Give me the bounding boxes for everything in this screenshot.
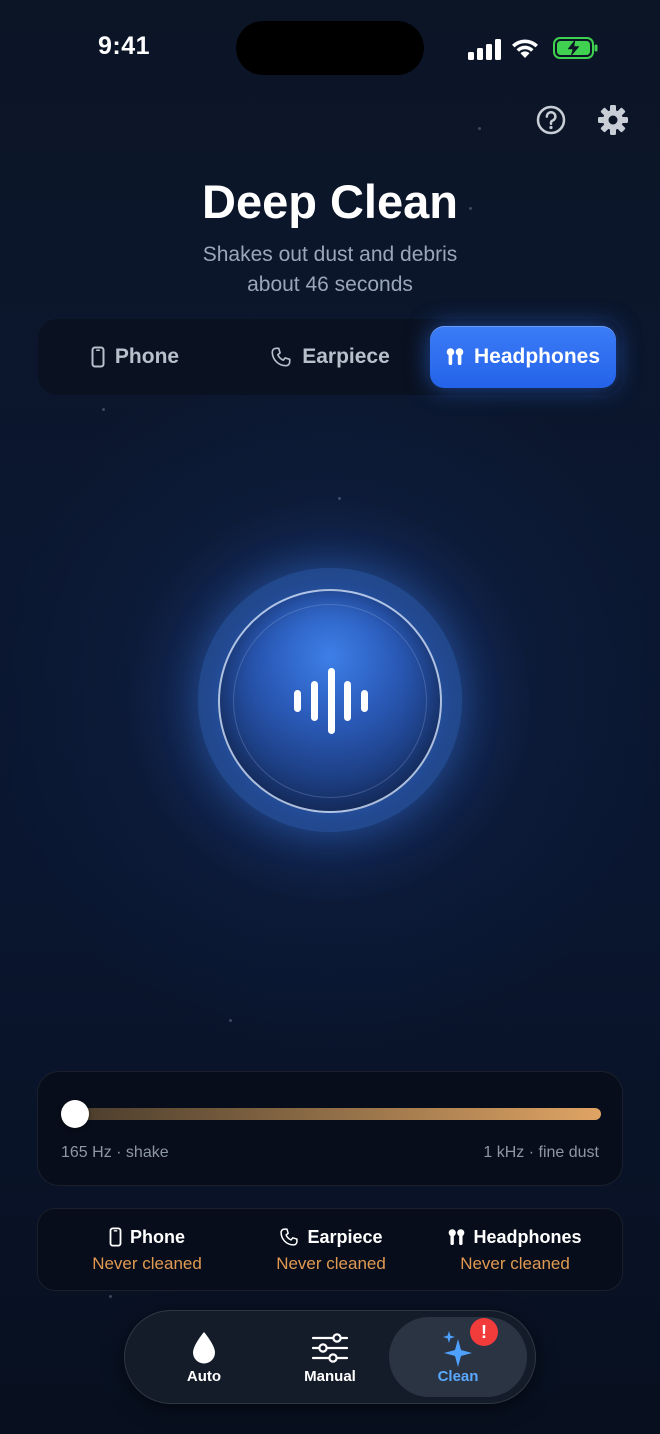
background-dot xyxy=(229,1019,232,1022)
headphones-icon xyxy=(446,348,464,365)
phone-icon xyxy=(91,346,105,368)
segment-phone[interactable]: Phone xyxy=(38,326,232,388)
phone-icon xyxy=(109,1227,122,1247)
status-phone-value: Never cleaned xyxy=(92,1254,202,1273)
sliders-icon xyxy=(311,1333,349,1363)
earpiece-icon xyxy=(280,1228,299,1246)
waveform-icon xyxy=(294,668,368,734)
status-time: 9:41 xyxy=(98,32,151,60)
help-icon[interactable] xyxy=(536,105,566,135)
tab-auto-label: Auto xyxy=(186,1368,222,1385)
status-earpiece-name: Earpiece xyxy=(307,1226,383,1247)
headphones-icon xyxy=(449,1228,465,1245)
wifi-icon xyxy=(512,39,538,58)
page-title: Deep Clean xyxy=(202,175,458,228)
cellular-signal-icon xyxy=(468,38,502,60)
status-phone: Phone Never cleaned xyxy=(52,1225,242,1274)
background-dot xyxy=(109,1295,112,1298)
dynamic-island xyxy=(236,21,424,75)
start-clean-button[interactable] xyxy=(218,589,442,813)
tab-clean-label: Clean xyxy=(437,1368,479,1385)
frequency-slider-track[interactable] xyxy=(74,1108,601,1120)
tab-clean[interactable]: Clean xyxy=(389,1317,527,1397)
background-dot xyxy=(102,408,105,411)
status-earpiece: Earpiece Never cleaned xyxy=(236,1225,426,1274)
subtitle-duration: about 46 seconds xyxy=(247,273,413,296)
segment-phone-label: Phone xyxy=(114,345,180,368)
status-headphones-value: Never cleaned xyxy=(460,1254,570,1273)
status-headphones: Headphones Never cleaned xyxy=(420,1225,610,1274)
background-dot xyxy=(469,207,472,210)
segment-earpiece-label: Earpiece xyxy=(302,345,390,368)
tab-auto[interactable]: Auto xyxy=(135,1317,273,1397)
segment-earpiece[interactable]: Earpiece xyxy=(232,326,428,388)
status-earpiece-value: Never cleaned xyxy=(276,1254,386,1273)
tab-manual-label: Manual xyxy=(304,1368,356,1385)
frequency-min-label: 165 Hz · shake xyxy=(61,1144,169,1161)
device-status-card: Phone Never cleaned Earpiece Never clean… xyxy=(37,1208,623,1291)
frequency-slider-thumb[interactable] xyxy=(61,1100,89,1128)
background-dot xyxy=(478,127,481,130)
gear-icon[interactable] xyxy=(597,104,629,136)
battery-charging-icon xyxy=(553,37,598,59)
notification-badge: ! xyxy=(470,1318,498,1346)
page-subtitle: Shakes out dust and debris about 46 seco… xyxy=(0,240,660,300)
frequency-slider-card: 165 Hz · shake 1 kHz · fine dust xyxy=(37,1071,623,1186)
device-segmented-control: Phone Earpiece Headphones xyxy=(38,319,622,395)
drop-icon xyxy=(193,1332,215,1364)
earpiece-icon xyxy=(271,347,291,367)
frequency-max-label: 1 kHz · fine dust xyxy=(483,1144,599,1161)
subtitle-description: Shakes out dust and debris xyxy=(202,243,458,266)
segment-headphones[interactable]: Headphones xyxy=(430,326,616,388)
status-headphones-name: Headphones xyxy=(473,1226,582,1247)
status-phone-name: Phone xyxy=(129,1226,185,1247)
tab-manual[interactable]: Manual xyxy=(261,1317,399,1397)
segment-headphones-label: Headphones xyxy=(473,345,601,368)
